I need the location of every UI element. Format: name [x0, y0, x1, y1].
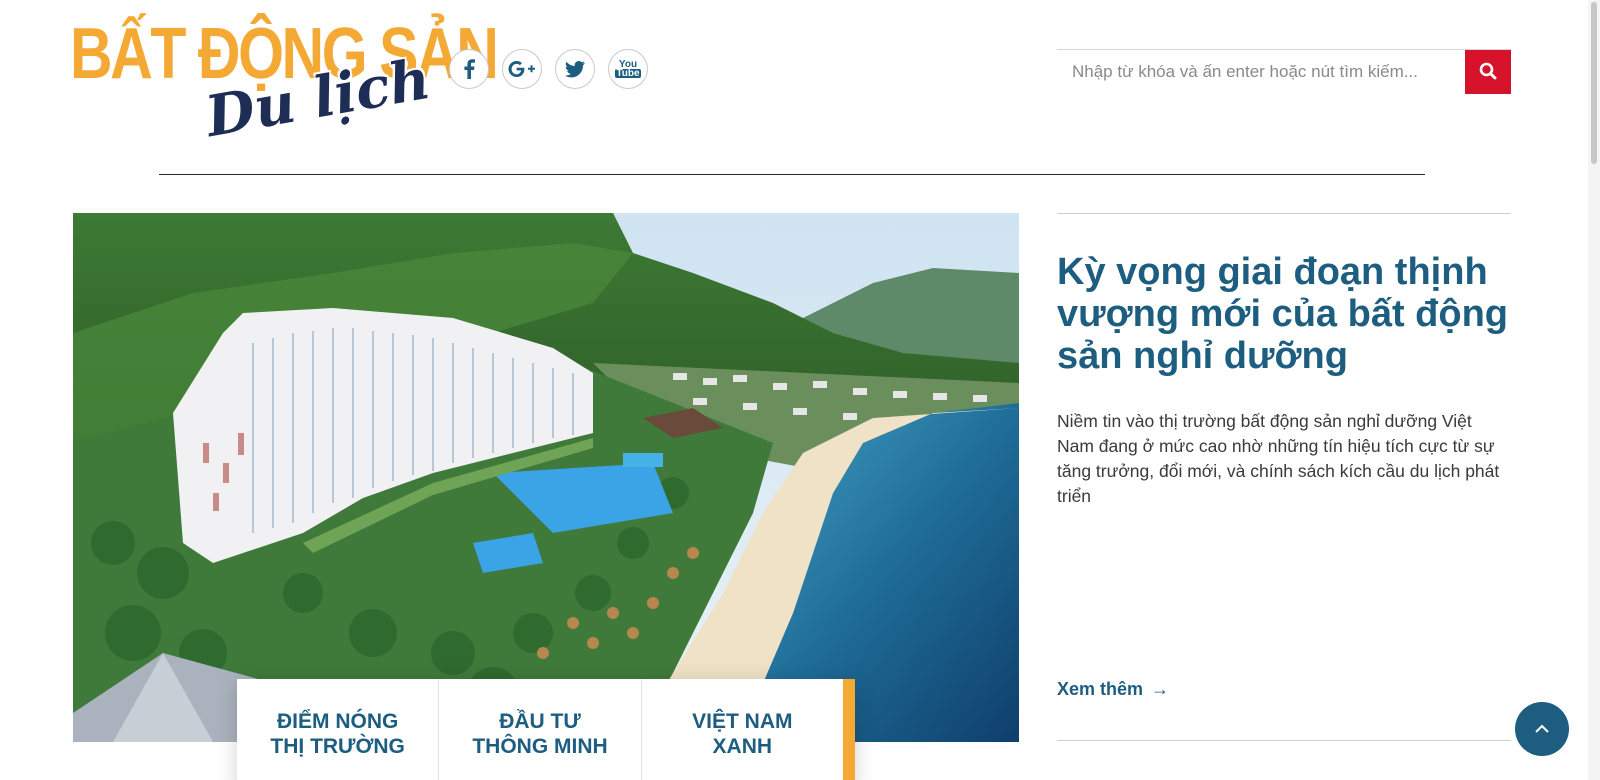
search-input[interactable]: [1057, 50, 1465, 93]
search-icon: [1479, 62, 1497, 83]
read-more-link[interactable]: Xem thêm →: [1057, 679, 1169, 700]
arrow-right-icon: →: [1151, 679, 1170, 699]
youtube-label-bottom: Tube: [615, 68, 641, 79]
article-top-divider: [1057, 213, 1511, 214]
page-scrollbar[interactable]: [1588, 0, 1600, 780]
page: BẤT ĐỘNG SẢN Du lịch You Tube Nhập từ kh…: [0, 0, 1600, 780]
category-dau-tu-thong-minh[interactable]: ĐẦU TƯ THÔNG MINH: [438, 679, 640, 780]
site-logo[interactable]: BẤT ĐỘNG SẢN Du lịch: [70, 18, 499, 150]
read-more-label: Xem thêm: [1057, 679, 1144, 699]
header-divider: [159, 174, 1425, 175]
search-button[interactable]: [1465, 50, 1511, 94]
category-label: ĐIỂM NÓNG: [276, 710, 399, 733]
category-label: VIỆT NAM: [692, 710, 793, 733]
google-plus-icon[interactable]: [502, 49, 542, 89]
category-diem-nong-thi-truong[interactable]: ĐIỂM NÓNG THỊ TRƯỜNG: [237, 679, 438, 780]
article-description: Niềm tin vào thị trường bất động sản ngh…: [1057, 411, 1500, 506]
category-tabs: ĐIỂM NÓNG THỊ TRƯỜNG ĐẦU TƯ THÔNG MINH VIỆ…: [237, 679, 855, 780]
featured-image[interactable]: [73, 213, 1019, 742]
back-to-top-button[interactable]: [1515, 702, 1569, 756]
article-bottom-divider: [1057, 740, 1511, 741]
category-label: XANH: [712, 735, 773, 758]
facebook-icon[interactable]: [449, 49, 489, 89]
category-label: THÔNG MINH: [472, 735, 608, 758]
chevron-up-icon: [1534, 722, 1550, 737]
search-bar: [1057, 49, 1511, 94]
category-label: ĐẦU TƯ: [499, 710, 581, 733]
category-label: THỊ TRƯỜNG: [270, 735, 405, 758]
youtube-icon[interactable]: You Tube: [608, 49, 648, 89]
article-title[interactable]: Kỳ vọng giai đoạn thịnh vượng mới của bấ…: [1057, 251, 1511, 377]
category-viet-nam-xanh[interactable]: VIỆT NAM XANH: [640, 679, 843, 780]
scrollbar-thumb[interactable]: [1591, 2, 1597, 164]
twitter-icon[interactable]: [555, 49, 595, 89]
social-links: You Tube: [449, 49, 648, 89]
